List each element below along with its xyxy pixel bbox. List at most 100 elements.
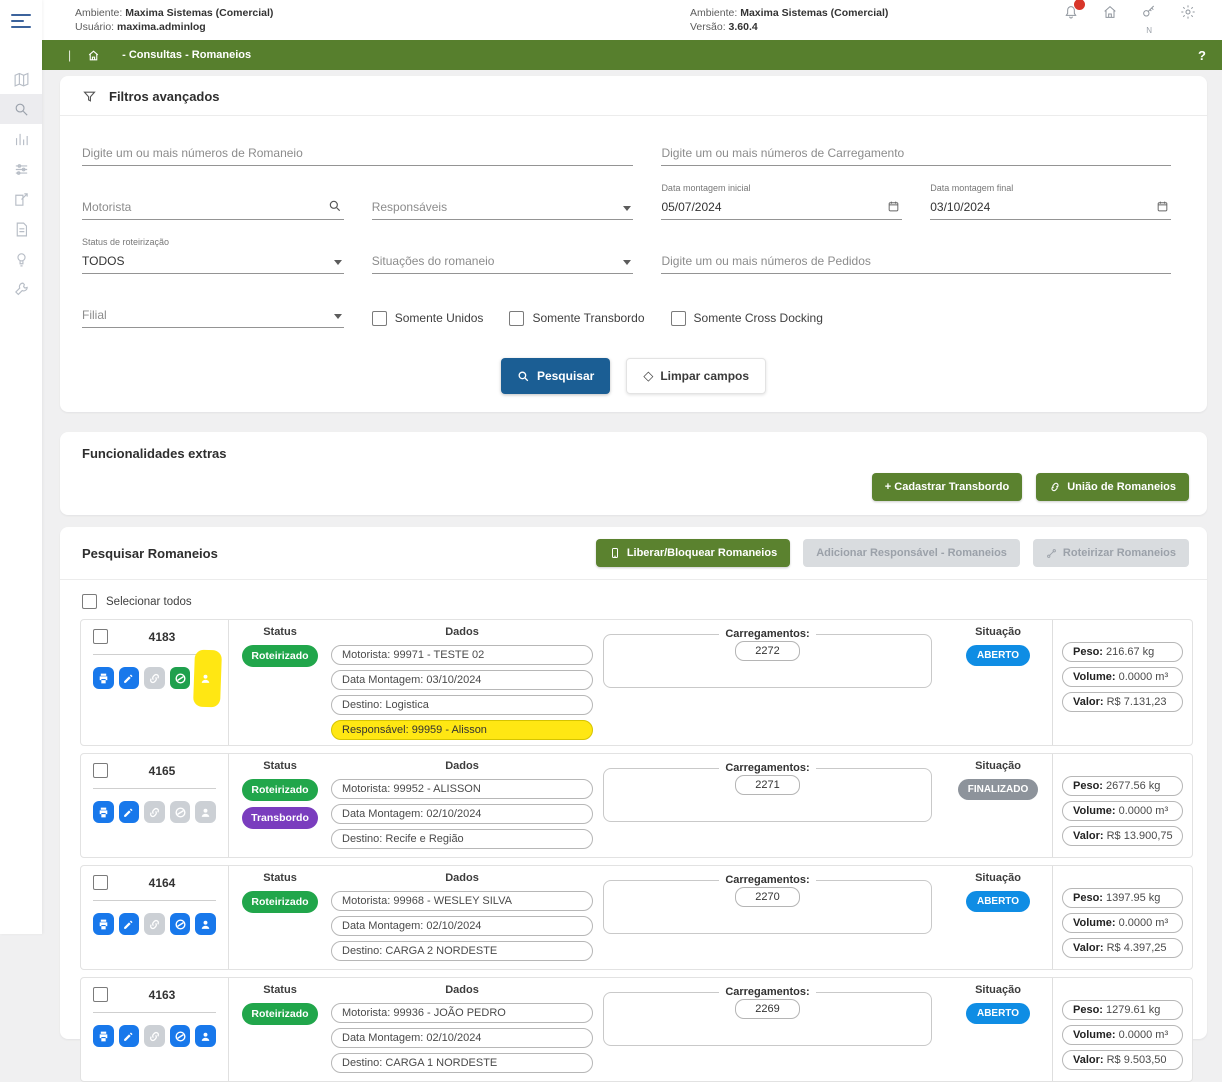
data-inicial-field[interactable]: Data montagem inicial	[661, 196, 902, 220]
status-roteirizacao-value[interactable]	[82, 254, 328, 268]
roteirizar-romaneios-label: Roteirizar Romaneios	[1063, 547, 1176, 559]
home-icon[interactable]	[1102, 4, 1118, 20]
link-icon	[144, 1025, 165, 1047]
carregamento-chip[interactable]: 2269	[735, 999, 799, 1019]
situacoes-input[interactable]	[372, 254, 618, 268]
environment-value: Maxima Sistemas (Comercial)	[125, 7, 273, 19]
sidebar-item-documents[interactable]	[0, 214, 42, 244]
sidebar-item-reports[interactable]	[0, 124, 42, 154]
edit-icon[interactable]	[119, 913, 140, 935]
data-final-label: Data montagem final	[930, 183, 1013, 193]
row-checkbox[interactable]	[93, 987, 108, 1002]
carregamentos-box: Carregamentos: 2269	[603, 986, 932, 1046]
roteirizar-romaneios-button[interactable]: Roteirizar Romaneios	[1033, 539, 1189, 567]
adicionar-responsavel-button[interactable]: Adicionar Responsável - Romaneios	[803, 539, 1020, 567]
link-icon	[144, 913, 165, 935]
somente-cross-docking-checkbox[interactable]: Somente Cross Docking	[671, 311, 823, 326]
sidebar-item-ideas[interactable]	[0, 244, 42, 274]
responsaveis-input[interactable]	[372, 200, 618, 214]
filial-input[interactable]	[82, 308, 328, 322]
cadastrar-transbordo-label: + Cadastrar Transbordo	[885, 481, 1009, 493]
sidebar-item-tools[interactable]	[0, 274, 42, 304]
liberar-bloquear-button[interactable]: Liberar/Bloquear Romaneios	[596, 539, 790, 567]
filial-select[interactable]	[82, 304, 344, 328]
block-icon[interactable]	[170, 667, 191, 689]
help-button[interactable]: ?	[1198, 48, 1206, 63]
sidebar-item-register[interactable]	[0, 184, 42, 214]
edit-icon[interactable]	[119, 1025, 140, 1047]
situacoes-select[interactable]	[372, 250, 634, 274]
somente-transbordo-checkbox[interactable]: Somente Transbordo	[509, 311, 644, 326]
person-icon[interactable]	[195, 913, 216, 935]
sidebar-item-map[interactable]	[0, 64, 42, 94]
chevron-down-icon	[334, 314, 342, 319]
print-icon[interactable]	[93, 913, 114, 935]
row-checkbox[interactable]	[93, 875, 108, 890]
romaneio-numbers-field[interactable]	[82, 142, 633, 166]
data-montagem-value: Data Montagem: 03/10/2024	[331, 670, 593, 690]
checkbox[interactable]	[671, 311, 686, 326]
search-results-card: Pesquisar Romaneios Liberar/Bloquear Rom…	[60, 527, 1207, 1039]
print-icon[interactable]	[93, 1025, 114, 1047]
edit-icon[interactable]	[119, 801, 140, 823]
notification-badge	[1073, 0, 1086, 11]
status-roteirizacao-select[interactable]: Status de roteirização	[82, 250, 344, 274]
valor-value: Valor:R$ 7.131,23	[1062, 692, 1183, 712]
sidebar-item-filters[interactable]	[0, 154, 42, 184]
cadastrar-transbordo-button[interactable]: + Cadastrar Transbordo	[872, 473, 1022, 501]
row-checkbox[interactable]	[93, 763, 108, 778]
select-all-checkbox[interactable]	[82, 594, 97, 609]
carregamento-numbers-field[interactable]	[661, 142, 1171, 166]
environment2-label: Ambiente:	[690, 7, 737, 19]
carregamentos-header: Carregamentos:	[719, 874, 815, 886]
somente-unidos-checkbox[interactable]: Somente Unidos	[372, 311, 484, 326]
motorista-value: Motorista: 99971 - TESTE 02	[331, 645, 593, 665]
menu-hamburger-icon[interactable]	[11, 14, 31, 28]
status-badge: Roteirizado	[242, 891, 317, 913]
motorista-field[interactable]	[82, 196, 344, 220]
person-icon[interactable]	[195, 667, 216, 689]
print-icon[interactable]	[93, 801, 114, 823]
gear-icon[interactable]	[1180, 4, 1196, 20]
block-icon[interactable]	[170, 1025, 191, 1047]
status-roteirizacao-label: Status de roteirização	[82, 237, 169, 247]
sidebar-item-search[interactable]	[0, 94, 42, 124]
data-final-input[interactable]	[930, 200, 1150, 214]
edit-icon[interactable]	[119, 667, 140, 689]
situacao-column-header: Situação	[975, 754, 1021, 779]
key-icon[interactable]	[1141, 4, 1157, 20]
breadcrumb-home-icon[interactable]	[87, 49, 100, 62]
route-icon	[1046, 548, 1057, 559]
romaneio-numbers-input[interactable]	[82, 146, 633, 160]
checkbox[interactable]	[372, 311, 387, 326]
carregamentos-header: Carregamentos:	[719, 628, 815, 640]
uniao-romaneios-button[interactable]: União de Romaneios	[1036, 473, 1189, 501]
checkbox[interactable]	[509, 311, 524, 326]
calendar-icon[interactable]	[887, 200, 900, 213]
data-inicial-input[interactable]	[661, 200, 881, 214]
carregamento-chip[interactable]: 2271	[735, 775, 799, 795]
calendar-icon[interactable]	[1156, 200, 1169, 213]
carregamento-chip[interactable]: 2272	[735, 641, 799, 661]
block-icon[interactable]	[170, 913, 191, 935]
link-icon	[144, 801, 165, 823]
limpar-campos-button[interactable]: ◇ Limpar campos	[626, 358, 766, 394]
situacao-column-header: Situação	[975, 866, 1021, 891]
pedidos-numbers-input[interactable]	[661, 254, 1171, 268]
print-icon[interactable]	[93, 667, 114, 689]
data-final-field[interactable]: Data montagem final	[930, 196, 1171, 220]
row-checkbox[interactable]	[93, 629, 108, 644]
responsaveis-select[interactable]	[372, 196, 634, 220]
version-value: 3.60.4	[729, 21, 758, 33]
carregamento-numbers-input[interactable]	[661, 146, 1171, 160]
pedidos-numbers-field[interactable]	[661, 250, 1171, 274]
pesquisar-button[interactable]: Pesquisar	[501, 358, 610, 394]
motorista-input[interactable]	[82, 200, 322, 214]
sidebar	[0, 0, 42, 934]
notifications-bell-icon[interactable]	[1063, 4, 1079, 20]
breadcrumb-bar: | - Consultas - Romaneios ?	[42, 40, 1222, 70]
person-icon[interactable]	[195, 1025, 216, 1047]
status-column-header: Status	[263, 754, 297, 779]
carregamento-chip[interactable]: 2270	[735, 887, 799, 907]
chevron-down-icon	[623, 206, 631, 211]
